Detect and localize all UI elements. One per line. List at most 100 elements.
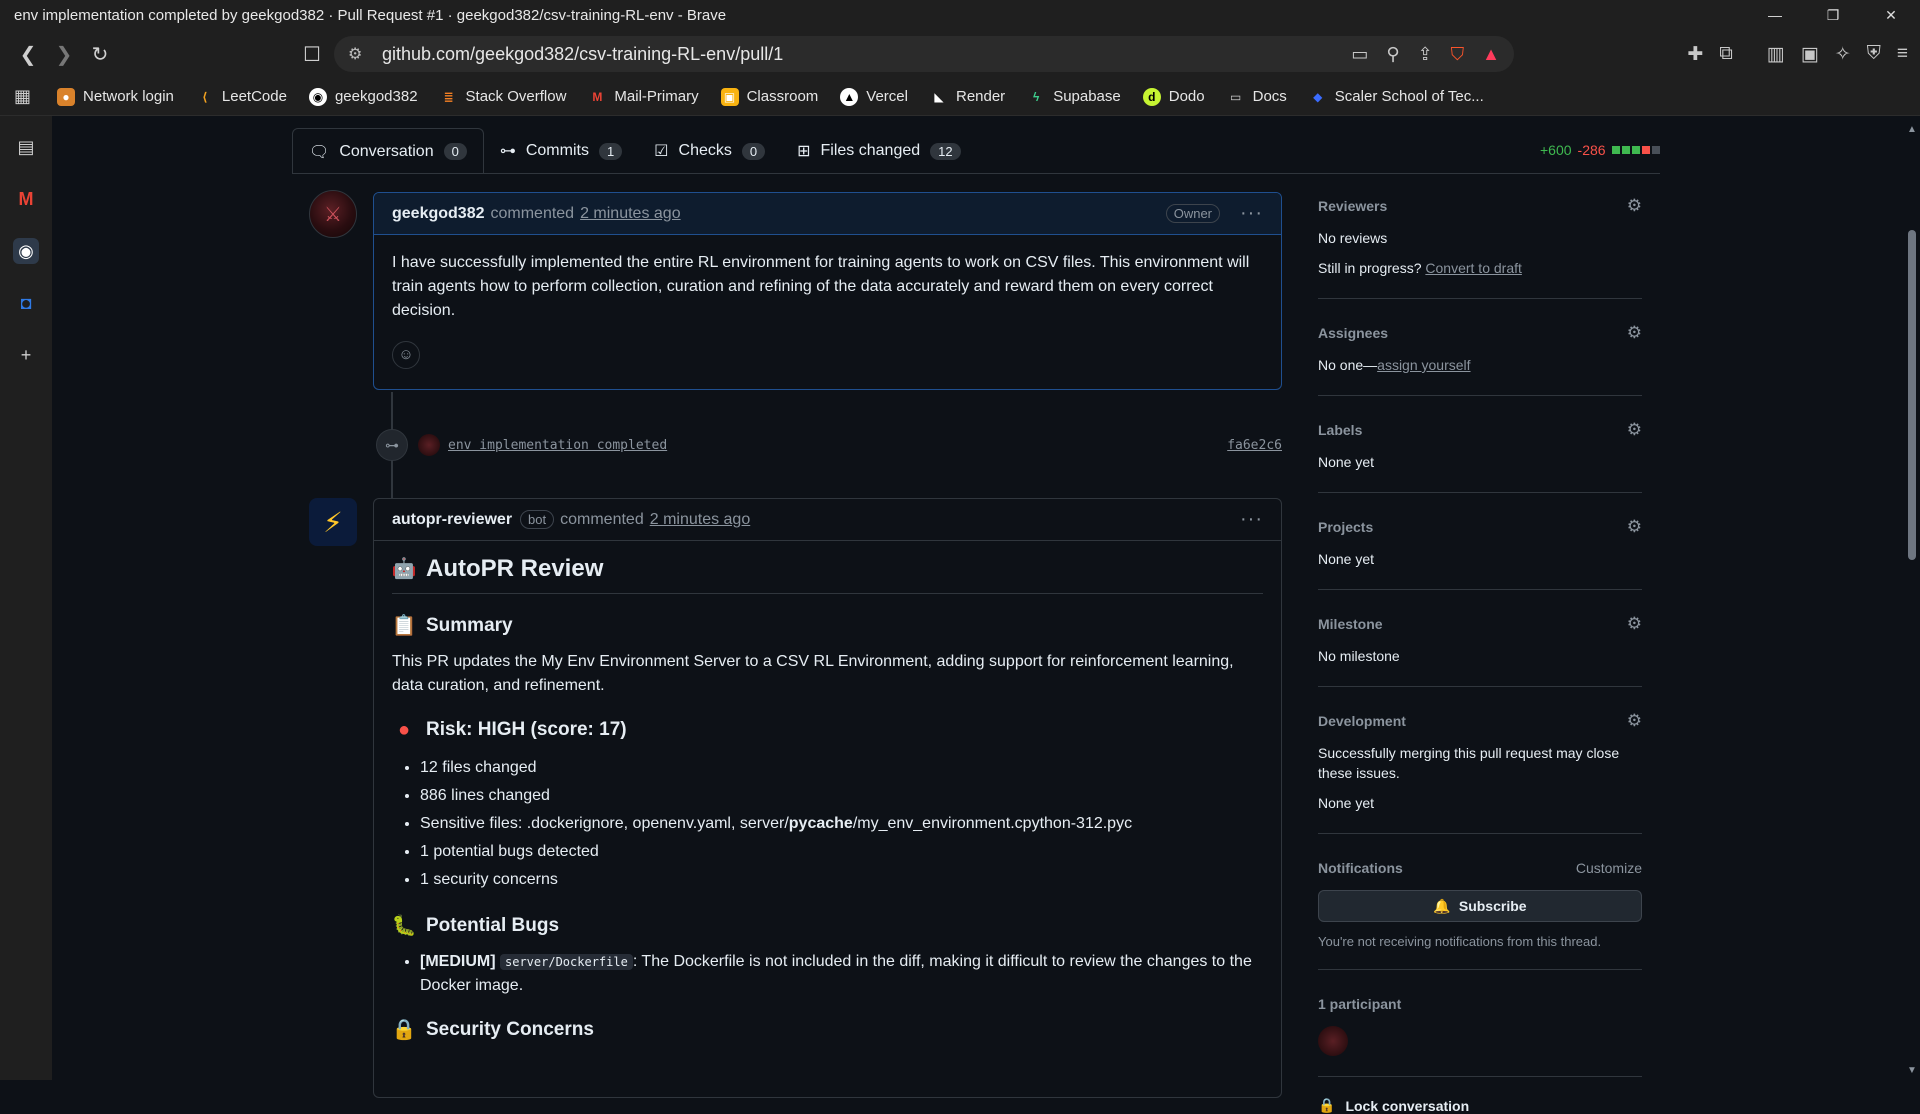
tabs-divider	[292, 173, 1660, 174]
cast-icon[interactable]: ▭	[1351, 44, 1368, 65]
red-circle-icon: ●	[397, 719, 411, 741]
additions-count: +600	[1540, 142, 1572, 158]
bookmark-item[interactable]: ◉ geekgod382	[308, 87, 418, 106]
comment-timestamp[interactable]: 2 minutes ago	[650, 511, 751, 529]
window-controls: — ❐ ✕	[1746, 0, 1920, 30]
assign-yourself-link[interactable]: assign yourself	[1377, 357, 1470, 373]
github-icon[interactable]: ◉	[13, 238, 39, 264]
commit-sha[interactable]: fa6e2c6	[1227, 438, 1282, 453]
notifications-section: Notifications Customize 🔔 Subscribe You'r…	[1318, 854, 1642, 970]
brave-shields-icon[interactable]: ⛉	[1451, 44, 1465, 65]
sidebar-panel-icon[interactable]: ▤	[13, 134, 39, 160]
tab-counter: 1	[598, 142, 623, 160]
bookmarks-bar: ▦ ● Network login ⟨ LeetCode ◉ geekgod382 ≣…	[0, 78, 1920, 116]
comment-author[interactable]: geekgod382	[392, 205, 484, 223]
labels-section: Labels ⚙ None yet	[1318, 416, 1642, 493]
address-bar[interactable]: ⚙ github.com/geekgod382/csv-training-RL-…	[334, 36, 1514, 72]
bookmark-item[interactable]: ● Network login	[57, 87, 174, 106]
sidebar-toggle-icon[interactable]: ▥	[1767, 43, 1785, 66]
security-heading: 🔒 Security Concerns	[391, 1019, 594, 1041]
owner-badge: Owner	[1165, 204, 1221, 223]
supabase-icon: ϟ	[1033, 89, 1040, 104]
conversation-icon: 🗨	[309, 143, 330, 161]
scroll-up-icon[interactable]: ▲	[1907, 124, 1917, 135]
page-scrollbar[interactable]: ▲ ▼	[1904, 116, 1920, 1080]
deletions-count: -286	[1577, 142, 1606, 158]
scroll-down-icon[interactable]: ▼	[1907, 1065, 1917, 1076]
vpn-icon[interactable]: ⛨	[1867, 43, 1881, 65]
close-icon[interactable]: ✕	[1862, 0, 1920, 30]
gear-icon[interactable]: ⚙	[1627, 323, 1642, 343]
tab-files-changed[interactable]: ⊞ Files changed 12	[781, 128, 977, 174]
url-text[interactable]: github.com/geekgod382/csv-training-RL-en…	[382, 44, 783, 65]
add-panel-icon[interactable]: +	[13, 342, 39, 368]
leo-ai-icon[interactable]: ✧	[1835, 43, 1851, 66]
site-settings-icon[interactable]: ⚙	[348, 44, 362, 64]
bot-avatar[interactable]: ⚡	[309, 498, 357, 546]
bookmark-item[interactable]: ≣ Stack Overflow	[440, 88, 567, 106]
gear-icon[interactable]: ⚙	[1627, 196, 1642, 216]
bookmark-item[interactable]: M Mail-Primary	[588, 88, 698, 106]
bookmark-icon[interactable]: ☐	[294, 36, 330, 72]
bookmark-item[interactable]: ▲ Vercel	[840, 87, 908, 106]
github-icon: ◉	[308, 87, 327, 106]
share-icon[interactable]: ⇪	[1418, 44, 1433, 65]
comment-author[interactable]: autopr-reviewer	[392, 511, 512, 529]
convert-to-draft-link[interactable]: Convert to draft	[1425, 260, 1522, 276]
tab-conversation[interactable]: 🗨 Conversation 0	[292, 128, 484, 174]
tab-commits[interactable]: ⊶ Commits 1	[484, 128, 638, 174]
gmail-icon[interactable]: M	[13, 186, 39, 212]
lock-conversation-button[interactable]: 🔒 Lock conversation	[1318, 1097, 1642, 1114]
avatar[interactable]	[418, 434, 440, 456]
gear-icon[interactable]: ⚙	[1627, 420, 1642, 440]
minimize-icon[interactable]: —	[1746, 0, 1804, 30]
forward-icon[interactable]: ❯	[46, 36, 82, 72]
window-titlebar: env implementation completed by geekgod3…	[0, 0, 1920, 30]
outlook-icon[interactable]: ◘	[13, 290, 39, 316]
summary-heading: 📋 Summary	[391, 615, 513, 637]
projects-section: Projects ⚙ None yet	[1318, 513, 1642, 590]
reload-icon[interactable]: ↻	[82, 36, 118, 72]
bookmark-item[interactable]: ⟨ LeetCode	[196, 88, 287, 106]
list-item: 886 lines changed	[420, 782, 1263, 810]
avatar[interactable]: ⚔	[309, 190, 357, 238]
subscribe-button[interactable]: 🔔 Subscribe	[1318, 890, 1642, 922]
customize-link[interactable]: Customize	[1576, 860, 1642, 876]
bug-icon: 🐛	[391, 915, 417, 937]
gear-icon[interactable]: ⚙	[1627, 711, 1642, 731]
robot-icon: 🤖	[391, 558, 417, 580]
assignees-section: Assignees ⚙ No one—assign yourself	[1318, 319, 1642, 396]
bookmark-item[interactable]: ◣ Render	[930, 88, 1005, 106]
bookmark-item[interactable]: d Dodo	[1142, 87, 1205, 106]
bookmark-item[interactable]: ◆ Scaler School of Tec...	[1309, 88, 1484, 106]
scroll-thumb[interactable]	[1908, 230, 1916, 560]
tab-checks[interactable]: ☑ Checks 0	[638, 128, 781, 174]
tab-counter: 12	[930, 142, 961, 160]
menu-icon[interactable]: ≡	[1897, 43, 1908, 65]
bookmark-item[interactable]: ϟ Supabase	[1027, 88, 1121, 106]
add-reaction-icon[interactable]: ☺	[392, 341, 420, 369]
gear-icon[interactable]: ⚙	[1627, 517, 1642, 537]
brave-rewards-icon[interactable]: ▲	[1482, 44, 1500, 65]
comment-timestamp[interactable]: 2 minutes ago	[580, 205, 681, 223]
pr-description-comment: geekgod382 commented 2 minutes ago Owner…	[373, 192, 1282, 390]
tab-search-icon[interactable]: ⧉	[1719, 43, 1733, 65]
lock-icon: 🔒	[391, 1019, 417, 1041]
gear-icon[interactable]: ⚙	[1627, 614, 1642, 634]
zoom-icon[interactable]: ⚲	[1386, 44, 1399, 65]
back-icon[interactable]: ❮	[10, 36, 46, 72]
bookmark-item[interactable]: ▣ Classroom	[720, 87, 818, 106]
bookmark-item[interactable]: ▭ Docs	[1227, 88, 1287, 106]
more-options-icon[interactable]: ···	[1240, 508, 1263, 531]
commit-icon: ⊶	[376, 429, 408, 461]
wallet-icon[interactable]: ▣	[1801, 43, 1819, 66]
extensions-icon[interactable]: ✚	[1687, 43, 1703, 66]
risk-list: 12 files changed 886 lines changed Sensi…	[392, 754, 1263, 894]
more-options-icon[interactable]: ···	[1240, 202, 1263, 225]
restore-icon[interactable]: ❐	[1804, 0, 1862, 30]
commit-message[interactable]: env implementation completed	[448, 438, 667, 453]
tab-counter: 0	[443, 143, 467, 160]
apps-icon[interactable]: ▦	[14, 86, 31, 107]
avatar[interactable]	[1318, 1026, 1348, 1056]
checks-icon: ☑	[654, 143, 669, 160]
